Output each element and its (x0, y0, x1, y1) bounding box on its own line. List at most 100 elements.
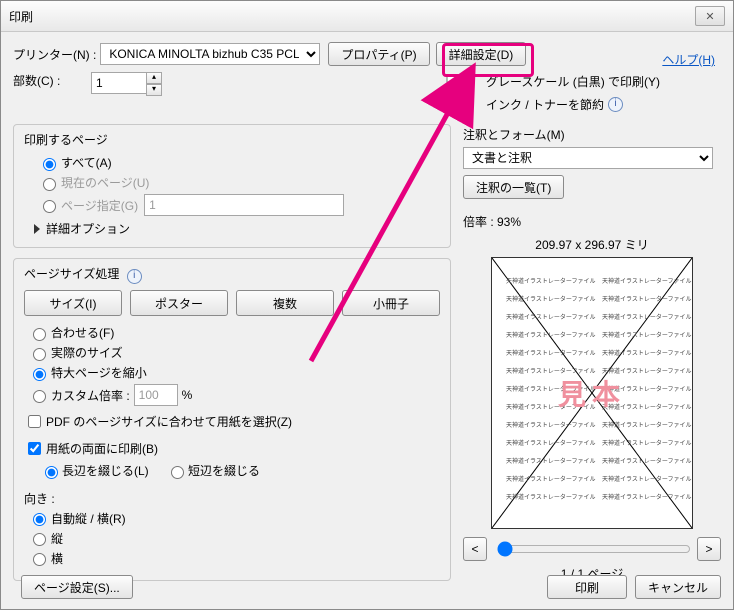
triangle-right-icon (34, 224, 40, 234)
preview-text-right: 天神道イラストレーターファイル (602, 366, 692, 375)
copies-label: 部数(C) : (13, 72, 87, 89)
short-edge-radio[interactable] (171, 466, 184, 479)
orient-portrait-row[interactable]: 縦 (28, 530, 440, 547)
long-edge-row[interactable]: 長辺を綴じる(L) (40, 462, 149, 479)
preview-text-left: 天神道イラストレーターファイル (506, 330, 596, 339)
preview-text-left: 天神道イラストレーターファイル (506, 366, 596, 375)
help-link[interactable]: ヘルプ(H) (662, 51, 715, 68)
range-all-radio[interactable] (43, 158, 56, 171)
range-more-disclosure[interactable]: 詳細オプション (34, 220, 440, 237)
close-button[interactable]: ✕ (695, 6, 725, 26)
orient-landscape-radio[interactable] (33, 553, 46, 566)
preview-text-right: 天神道イラストレーターファイル (602, 384, 692, 393)
preview-text-right: 天神道イラストレーターファイル (602, 420, 692, 429)
range-current-row[interactable]: 現在のページ(U) (38, 174, 440, 191)
preview-next-button[interactable]: > (697, 537, 721, 561)
shrink-row[interactable]: 特大ページを縮小 (28, 364, 440, 381)
custom-scale-unit: % (182, 388, 193, 402)
range-current-radio[interactable] (43, 178, 56, 191)
properties-button[interactable]: プロパティ(P) (328, 42, 429, 66)
orient-portrait-radio[interactable] (33, 533, 46, 546)
fit-label: 合わせる(F) (51, 324, 114, 341)
print-preview: 天神道イラストレーターファイル天神道イラストレーターファイル天神道イラストレータ… (491, 257, 693, 529)
custom-scale-radio[interactable] (33, 390, 46, 403)
window-title: 印刷 (9, 8, 695, 25)
preview-text-left: 天神道イラストレーターファイル (506, 348, 596, 357)
close-icon: ✕ (705, 10, 714, 23)
range-all-row[interactable]: すべて(A) (38, 154, 440, 171)
chevron-up-icon: ▴ (146, 72, 162, 84)
choose-by-pdf-label: PDF のページサイズに合わせて用紙を選択(Z) (46, 413, 292, 430)
range-current-label: 現在のページ(U) (61, 174, 149, 191)
preview-text-right: 天神道イラストレーターファイル (602, 492, 692, 501)
short-edge-row[interactable]: 短辺を綴じる (166, 462, 260, 479)
orient-auto-row[interactable]: 自動縦 / 横(R) (28, 510, 440, 527)
savetoner-checkbox-row[interactable]: インク / トナーを節約 i (421, 95, 721, 114)
page-sizing-pane: ページサイズ処理 i サイズ(I) ポスター 複数 小冊子 合わせる(F) 実際… (13, 258, 451, 581)
short-edge-label: 短辺を綴じる (188, 462, 260, 479)
page-setup-button[interactable]: ページ設定(S)... (21, 575, 133, 599)
shrink-label: 特大ページを縮小 (51, 364, 147, 381)
booklet-button[interactable]: 小冊子 (342, 290, 440, 316)
preview-text-left: 天神道イラストレーターファイル (506, 474, 596, 483)
range-pages-label: ページ指定(G) (61, 197, 138, 214)
preview-slider[interactable] (497, 541, 691, 557)
poster-button[interactable]: ポスター (130, 290, 228, 316)
actual-label: 実際のサイズ (51, 344, 123, 361)
custom-scale-row[interactable]: カスタム倍率 : % (28, 384, 440, 406)
custom-scale-input (134, 384, 178, 406)
page-sizing-title: ページサイズ処理 (24, 267, 119, 281)
annotation-highlight (442, 43, 534, 77)
size-button[interactable]: サイズ(I) (24, 290, 122, 316)
preview-text-left: 天神道イラストレーターファイル (506, 294, 596, 303)
print-button[interactable]: 印刷 (547, 575, 627, 599)
preview-text-right: 天神道イラストレーターファイル (602, 438, 692, 447)
page-range-pane: 印刷するページ すべて(A) 現在のページ(U) ページ指定(G) 詳細オプショ… (13, 124, 451, 248)
shrink-radio[interactable] (33, 368, 46, 381)
copies-input[interactable] (91, 72, 147, 94)
long-edge-label: 長辺を綴じる(L) (62, 462, 149, 479)
orient-auto-radio[interactable] (33, 513, 46, 526)
savetoner-checkbox[interactable] (425, 98, 481, 111)
preview-text-right: 天神道イラストレーターファイル (602, 312, 692, 321)
range-all-label: すべて(A) (61, 154, 112, 171)
preview-text-right: 天神道イラストレーターファイル (602, 330, 692, 339)
annotations-title: 注釈とフォーム(M) (463, 126, 721, 143)
preview-prev-button[interactable]: < (463, 537, 487, 561)
orient-landscape-row[interactable]: 横 (28, 550, 440, 567)
preview-text-left: 天神道イラストレーターファイル (506, 276, 596, 285)
savetoner-label: インク / トナーを節約 (486, 96, 604, 113)
range-pages-radio[interactable] (43, 200, 56, 213)
long-edge-radio[interactable] (45, 466, 58, 479)
choose-by-pdf-row[interactable]: PDF のページサイズに合わせて用紙を選択(Z) (24, 412, 440, 431)
titlebar: 印刷 ✕ (1, 1, 733, 32)
preview-text-right: 天神道イラストレーターファイル (602, 474, 692, 483)
actual-radio[interactable] (33, 348, 46, 361)
page-range-title: 印刷するページ (24, 131, 440, 148)
scale-readout: 倍率 : 93% (463, 213, 721, 230)
orient-auto-label: 自動縦 / 横(R) (51, 510, 126, 527)
preview-text-left: 天神道イラストレーターファイル (506, 456, 596, 465)
orientation-label: 向き : (24, 490, 440, 507)
cancel-button[interactable]: キャンセル (635, 575, 721, 599)
annotations-list-button[interactable]: 注釈の一覧(T) (463, 175, 564, 199)
multiple-button[interactable]: 複数 (236, 290, 334, 316)
duplex-checkbox[interactable] (28, 442, 41, 455)
preview-text-right: 天神道イラストレーターファイル (602, 456, 692, 465)
fit-row[interactable]: 合わせる(F) (28, 324, 440, 341)
duplex-row[interactable]: 用紙の両面に印刷(B) (24, 439, 440, 458)
range-pages-input (144, 194, 344, 216)
fit-radio[interactable] (33, 328, 46, 341)
choose-by-pdf-checkbox[interactable] (28, 415, 41, 428)
preview-text-left: 天神道イラストレーターファイル (506, 402, 596, 411)
preview-text-left: 天神道イラストレーターファイル (506, 312, 596, 321)
actual-row[interactable]: 実際のサイズ (28, 344, 440, 361)
preview-text-left: 天神道イラストレーターファイル (506, 492, 596, 501)
copies-spinner[interactable]: ▴ ▾ (146, 72, 162, 96)
printer-select[interactable]: KONICA MINOLTA bizhub C35 PCL6 (100, 43, 320, 65)
info-icon[interactable]: i (608, 97, 623, 112)
annotations-select[interactable]: 文書と注釈 (463, 147, 713, 169)
duplex-label: 用紙の両面に印刷(B) (46, 440, 158, 457)
info-icon[interactable]: i (127, 269, 142, 284)
range-pages-row[interactable]: ページ指定(G) (38, 194, 440, 216)
